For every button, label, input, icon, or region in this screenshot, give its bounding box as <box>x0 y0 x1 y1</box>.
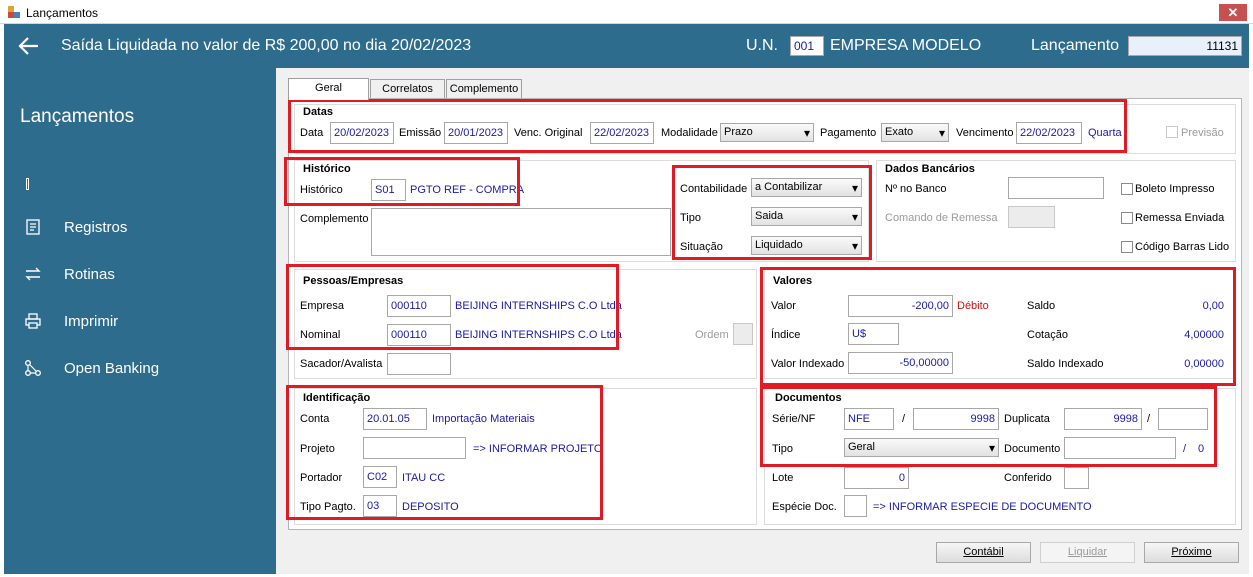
boleto-checkbox[interactable] <box>1121 183 1133 195</box>
complemento-label: Complemento <box>300 213 369 225</box>
especie-hint: => INFORMAR ESPECIE DE DOCUMENTO <box>873 501 1092 513</box>
sidebar-item-label: Rotinas <box>64 265 115 283</box>
previsao-checkbox[interactable] <box>1166 126 1178 138</box>
printer-icon <box>25 313 41 329</box>
sidebar-item-registros[interactable]: Registros <box>24 216 127 238</box>
highlight-classificacao <box>672 165 872 260</box>
comando-remessa-label: Comando de Remessa <box>885 212 998 224</box>
collapse-icon[interactable] <box>26 178 29 190</box>
sidebar-item-open-banking[interactable]: Open Banking <box>24 357 159 379</box>
boleto-label: Boleto Impresso <box>1135 183 1215 195</box>
highlight-pessoas <box>286 264 619 350</box>
sidebar-item-imprimir[interactable]: Imprimir <box>24 310 118 332</box>
sidebar-item-rotinas[interactable]: Rotinas <box>24 263 115 285</box>
lote-label: Lote <box>772 472 794 484</box>
lancamento-input[interactable]: 11131 <box>1128 36 1242 56</box>
complemento-textarea[interactable] <box>371 208 671 256</box>
conferido-label: Conferido <box>1004 472 1052 484</box>
codigo-barras-checkbox[interactable] <box>1121 241 1133 253</box>
sidebar-item-label: Open Banking <box>64 359 160 377</box>
un-label: U.N. <box>746 37 778 54</box>
highlight-identificacao <box>286 385 603 520</box>
lancamento-label: Lançamento <box>1031 37 1120 54</box>
tab-complemento[interactable]: Complemento <box>446 79 522 99</box>
highlight-documentos <box>760 386 1217 467</box>
liquidar-button[interactable]: Liquidar <box>1040 542 1135 563</box>
tab-geral[interactable]: Geral <box>288 78 369 100</box>
previsao-label: Previsão <box>1181 127 1224 139</box>
banco-title: Dados Bancários <box>885 163 975 175</box>
sidebar-item-label: Imprimir <box>64 312 119 330</box>
sidebar: Lançamentos Registros Rotinas Imprimir O… <box>4 68 276 574</box>
un-code-input[interactable]: 001 <box>790 36 824 56</box>
remessa-enviada-checkbox[interactable] <box>1121 212 1133 224</box>
codigo-barras-label: Código Barras Lido <box>1135 241 1230 253</box>
sidebar-item-label: Registros <box>64 218 128 236</box>
sidebar-title: Lançamentos <box>20 106 135 127</box>
page-title: Saída Liquidada no valor de R$ 200,00 no… <box>61 37 472 54</box>
window-titlebar: Lançamentos ✕ <box>0 0 1253 24</box>
sacador-input[interactable] <box>387 353 451 375</box>
remessa-enviada-label: Remessa Enviada <box>1135 212 1225 224</box>
tab-correlatos[interactable]: Correlatos <box>370 79 445 99</box>
especie-label: Espécie Doc. <box>772 501 837 513</box>
app-icon <box>8 6 20 18</box>
ordem-input <box>733 323 753 345</box>
company-name: EMPRESA MODELO <box>830 37 982 54</box>
page-header: Saída Liquidada no valor de R$ 200,00 no… <box>4 24 1249 68</box>
nro-banco-input[interactable] <box>1008 177 1104 199</box>
proximo-button[interactable]: Próximo <box>1144 542 1239 563</box>
window-title: Lançamentos <box>26 6 99 20</box>
document-icon <box>26 219 40 235</box>
network-icon <box>25 360 41 376</box>
close-button[interactable]: ✕ <box>1219 4 1247 21</box>
nro-banco-label: Nº no Banco <box>885 183 947 195</box>
conferido-input[interactable] <box>1064 467 1089 489</box>
lote-input[interactable]: 0 <box>844 467 909 489</box>
highlight-valores <box>760 267 1236 386</box>
contabil-button[interactable]: Contábil <box>936 542 1031 563</box>
highlight-datas <box>288 99 1127 153</box>
sacador-label: Sacador/Avalista <box>300 358 383 370</box>
back-arrow-icon[interactable] <box>18 36 40 56</box>
ordem-label: Ordem <box>695 329 729 341</box>
especie-input[interactable] <box>844 495 867 517</box>
comando-remessa-input <box>1008 206 1055 228</box>
highlight-historico <box>284 157 520 206</box>
exchange-icon <box>25 267 41 281</box>
